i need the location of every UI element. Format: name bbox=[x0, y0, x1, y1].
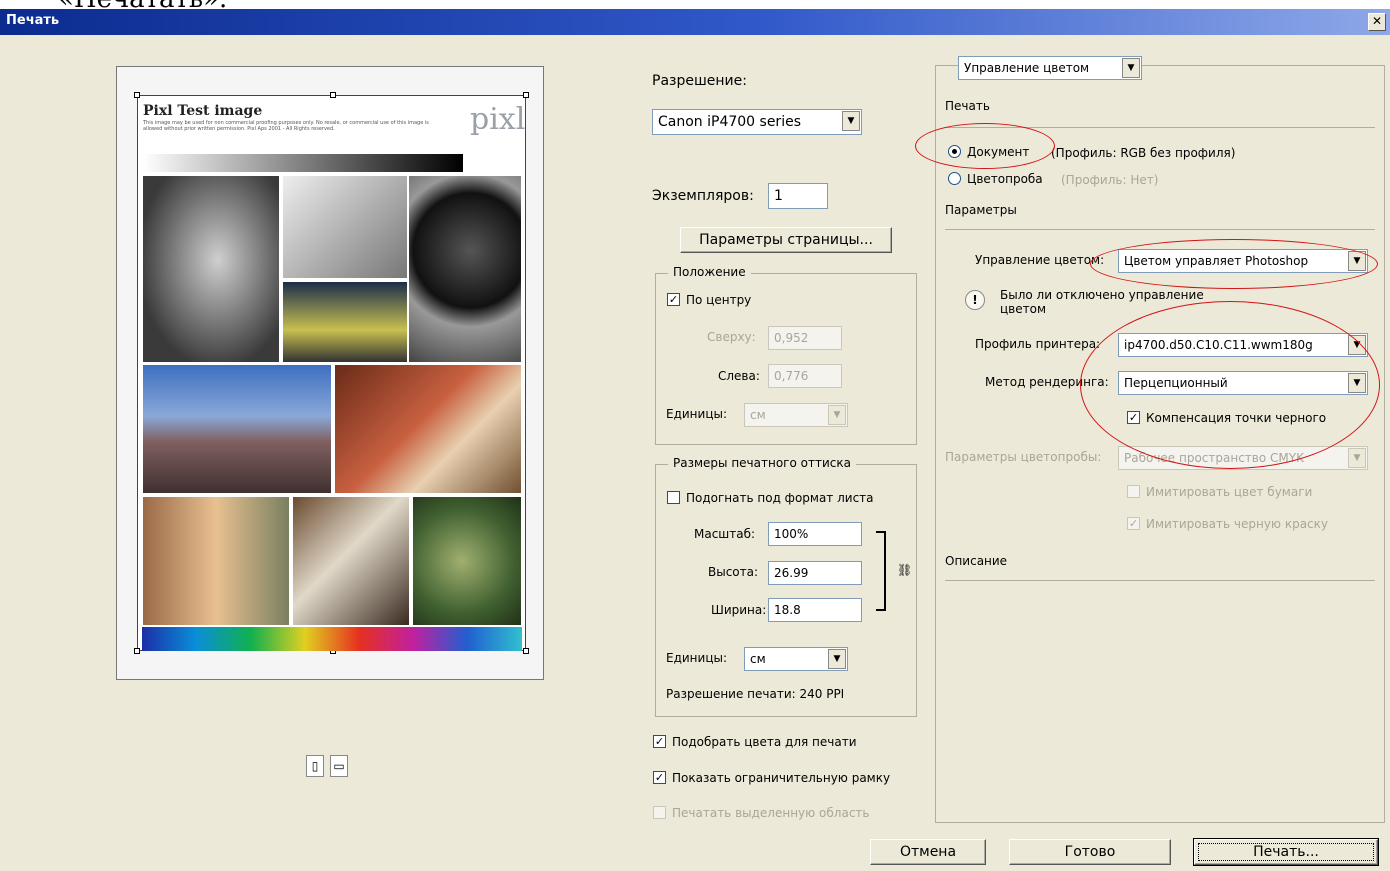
done-button[interactable]: Готово bbox=[1009, 839, 1171, 865]
bounding-handle[interactable] bbox=[523, 648, 529, 654]
chevron-down-icon: ▼ bbox=[828, 649, 846, 669]
portrait-orientation-icon[interactable]: ▯ bbox=[306, 755, 324, 777]
preview-image-title: Pixl Test image bbox=[143, 103, 263, 119]
proof-label: Цветопроба bbox=[967, 172, 1043, 186]
chevron-down-icon: ▼ bbox=[1348, 448, 1366, 468]
position-units-value: см bbox=[750, 408, 766, 422]
print-size-title: Размеры печатного оттиска bbox=[668, 456, 856, 470]
copies-label: Экземпляров: bbox=[652, 188, 754, 204]
color-ramp bbox=[142, 627, 522, 651]
title-bar: Печать ✕ bbox=[0, 9, 1390, 35]
cancel-button[interactable]: Отмена bbox=[870, 839, 986, 865]
printer-select-value: Canon iP4700 series bbox=[658, 114, 801, 130]
chevron-down-icon: ▼ bbox=[1122, 58, 1140, 78]
preview-photo bbox=[142, 175, 280, 363]
top-label: Сверху: bbox=[707, 330, 756, 344]
bounding-box-checkbox[interactable]: ✓ bbox=[653, 771, 666, 784]
preview-icons: ▯ ▭ bbox=[306, 755, 350, 777]
print-heading: Печать bbox=[945, 99, 990, 113]
center-label: По центру bbox=[686, 293, 752, 307]
preview-photo bbox=[282, 281, 408, 363]
params-heading: Параметры bbox=[945, 203, 1017, 217]
left-label: Слева: bbox=[718, 369, 760, 383]
sim-ink-checkbox[interactable]: ✓ bbox=[1127, 517, 1140, 530]
printer-select[interactable]: Canon iP4700 series ▼ bbox=[652, 109, 862, 135]
panel-mode-value: Управление цветом bbox=[964, 61, 1090, 75]
size-units-select[interactable]: см ▼ bbox=[744, 647, 848, 671]
left-input[interactable]: 0,776 bbox=[768, 364, 842, 388]
description-heading: Описание bbox=[945, 554, 1008, 568]
match-colors-label: Подобрать цвета для печати bbox=[672, 735, 857, 749]
page-setup-button[interactable]: Параметры страницы... bbox=[680, 227, 892, 253]
window-title: Печать bbox=[6, 13, 60, 28]
position-units-label: Единицы: bbox=[666, 407, 728, 421]
proof-profile: (Профиль: Нет) bbox=[1061, 173, 1159, 187]
divider bbox=[945, 580, 1375, 581]
size-units-value: см bbox=[750, 652, 766, 666]
proof-radio[interactable] bbox=[948, 172, 961, 185]
bounding-handle[interactable] bbox=[134, 92, 140, 98]
divider bbox=[945, 229, 1375, 230]
annotation-ellipse bbox=[915, 123, 1055, 169]
chain-link-icon[interactable]: ⛓ bbox=[897, 563, 912, 577]
preview-photo bbox=[282, 175, 408, 279]
fit-media-label: Подогнать под формат листа bbox=[686, 491, 874, 505]
preview-photo bbox=[412, 496, 522, 626]
height-label: Высота: bbox=[708, 565, 759, 579]
print-selection-label: Печатать выделенную область bbox=[672, 806, 870, 820]
preview-fine-print: This image may be used for non commercia… bbox=[143, 120, 429, 132]
printer-label: Разрешение: bbox=[652, 73, 747, 89]
panel-mode-select[interactable]: Управление цветом ▼ bbox=[958, 56, 1142, 80]
cm-label: Управление цветом: bbox=[975, 253, 1105, 267]
fit-media-checkbox[interactable] bbox=[667, 491, 680, 504]
match-colors-checkbox[interactable]: ✓ bbox=[653, 735, 666, 748]
copies-input[interactable]: 1 bbox=[768, 183, 828, 209]
print-selection-checkbox[interactable] bbox=[653, 806, 666, 819]
preview-photo bbox=[292, 496, 410, 626]
width-label: Ширина: bbox=[711, 603, 767, 617]
top-input[interactable]: 0,952 bbox=[768, 326, 842, 350]
preview-photo bbox=[142, 496, 290, 626]
sim-ink-label: Имитировать черную краску bbox=[1146, 517, 1328, 531]
document-profile: (Профиль: RGB без профиля) bbox=[1051, 146, 1236, 160]
bounding-box-label: Показать ограничительную рамку bbox=[672, 771, 891, 785]
position-title: Положение bbox=[668, 265, 751, 279]
preview-photo bbox=[334, 364, 522, 494]
scale-input[interactable]: 100% bbox=[768, 522, 862, 546]
landscape-orientation-icon[interactable]: ▭ bbox=[330, 755, 348, 777]
proof-setup-label: Параметры цветопробы: bbox=[945, 450, 1102, 464]
center-checkbox[interactable]: ✓ bbox=[667, 293, 680, 306]
chevron-down-icon: ▼ bbox=[842, 111, 860, 131]
bounding-handle[interactable] bbox=[134, 648, 140, 654]
width-input[interactable]: 18.8 bbox=[768, 598, 862, 622]
size-units-label: Единицы: bbox=[666, 651, 728, 665]
chevron-down-icon: ▼ bbox=[828, 405, 846, 425]
bounding-handle[interactable] bbox=[523, 92, 529, 98]
scale-label: Масштаб: bbox=[694, 527, 756, 541]
height-input[interactable]: 26.99 bbox=[768, 561, 862, 585]
sim-paper-checkbox[interactable] bbox=[1127, 485, 1140, 498]
print-dialog: Печать ✕ Pixl Test image This image may … bbox=[0, 9, 1390, 871]
gray-ramp bbox=[143, 154, 463, 172]
focus-rect bbox=[1198, 843, 1374, 861]
annotation-ellipse bbox=[1090, 239, 1378, 289]
close-button[interactable]: ✕ bbox=[1368, 13, 1386, 31]
warning-icon: ! bbox=[965, 290, 985, 310]
annotation-ellipse bbox=[1080, 301, 1380, 469]
sim-paper-label: Имитировать цвет бумаги bbox=[1146, 485, 1313, 499]
proportion-bracket bbox=[876, 531, 886, 611]
print-resolution-text: Разрешение печати: 240 PPI bbox=[666, 687, 845, 701]
position-units-select[interactable]: см ▼ bbox=[744, 403, 848, 427]
preview-photo bbox=[142, 364, 332, 494]
pixl-logo: pixl bbox=[470, 102, 526, 137]
preview-photo bbox=[408, 175, 522, 363]
bounding-handle[interactable] bbox=[330, 92, 336, 98]
printer-profile-label: Профиль принтера: bbox=[975, 337, 1101, 351]
print-button[interactable]: Печать... bbox=[1193, 838, 1379, 866]
